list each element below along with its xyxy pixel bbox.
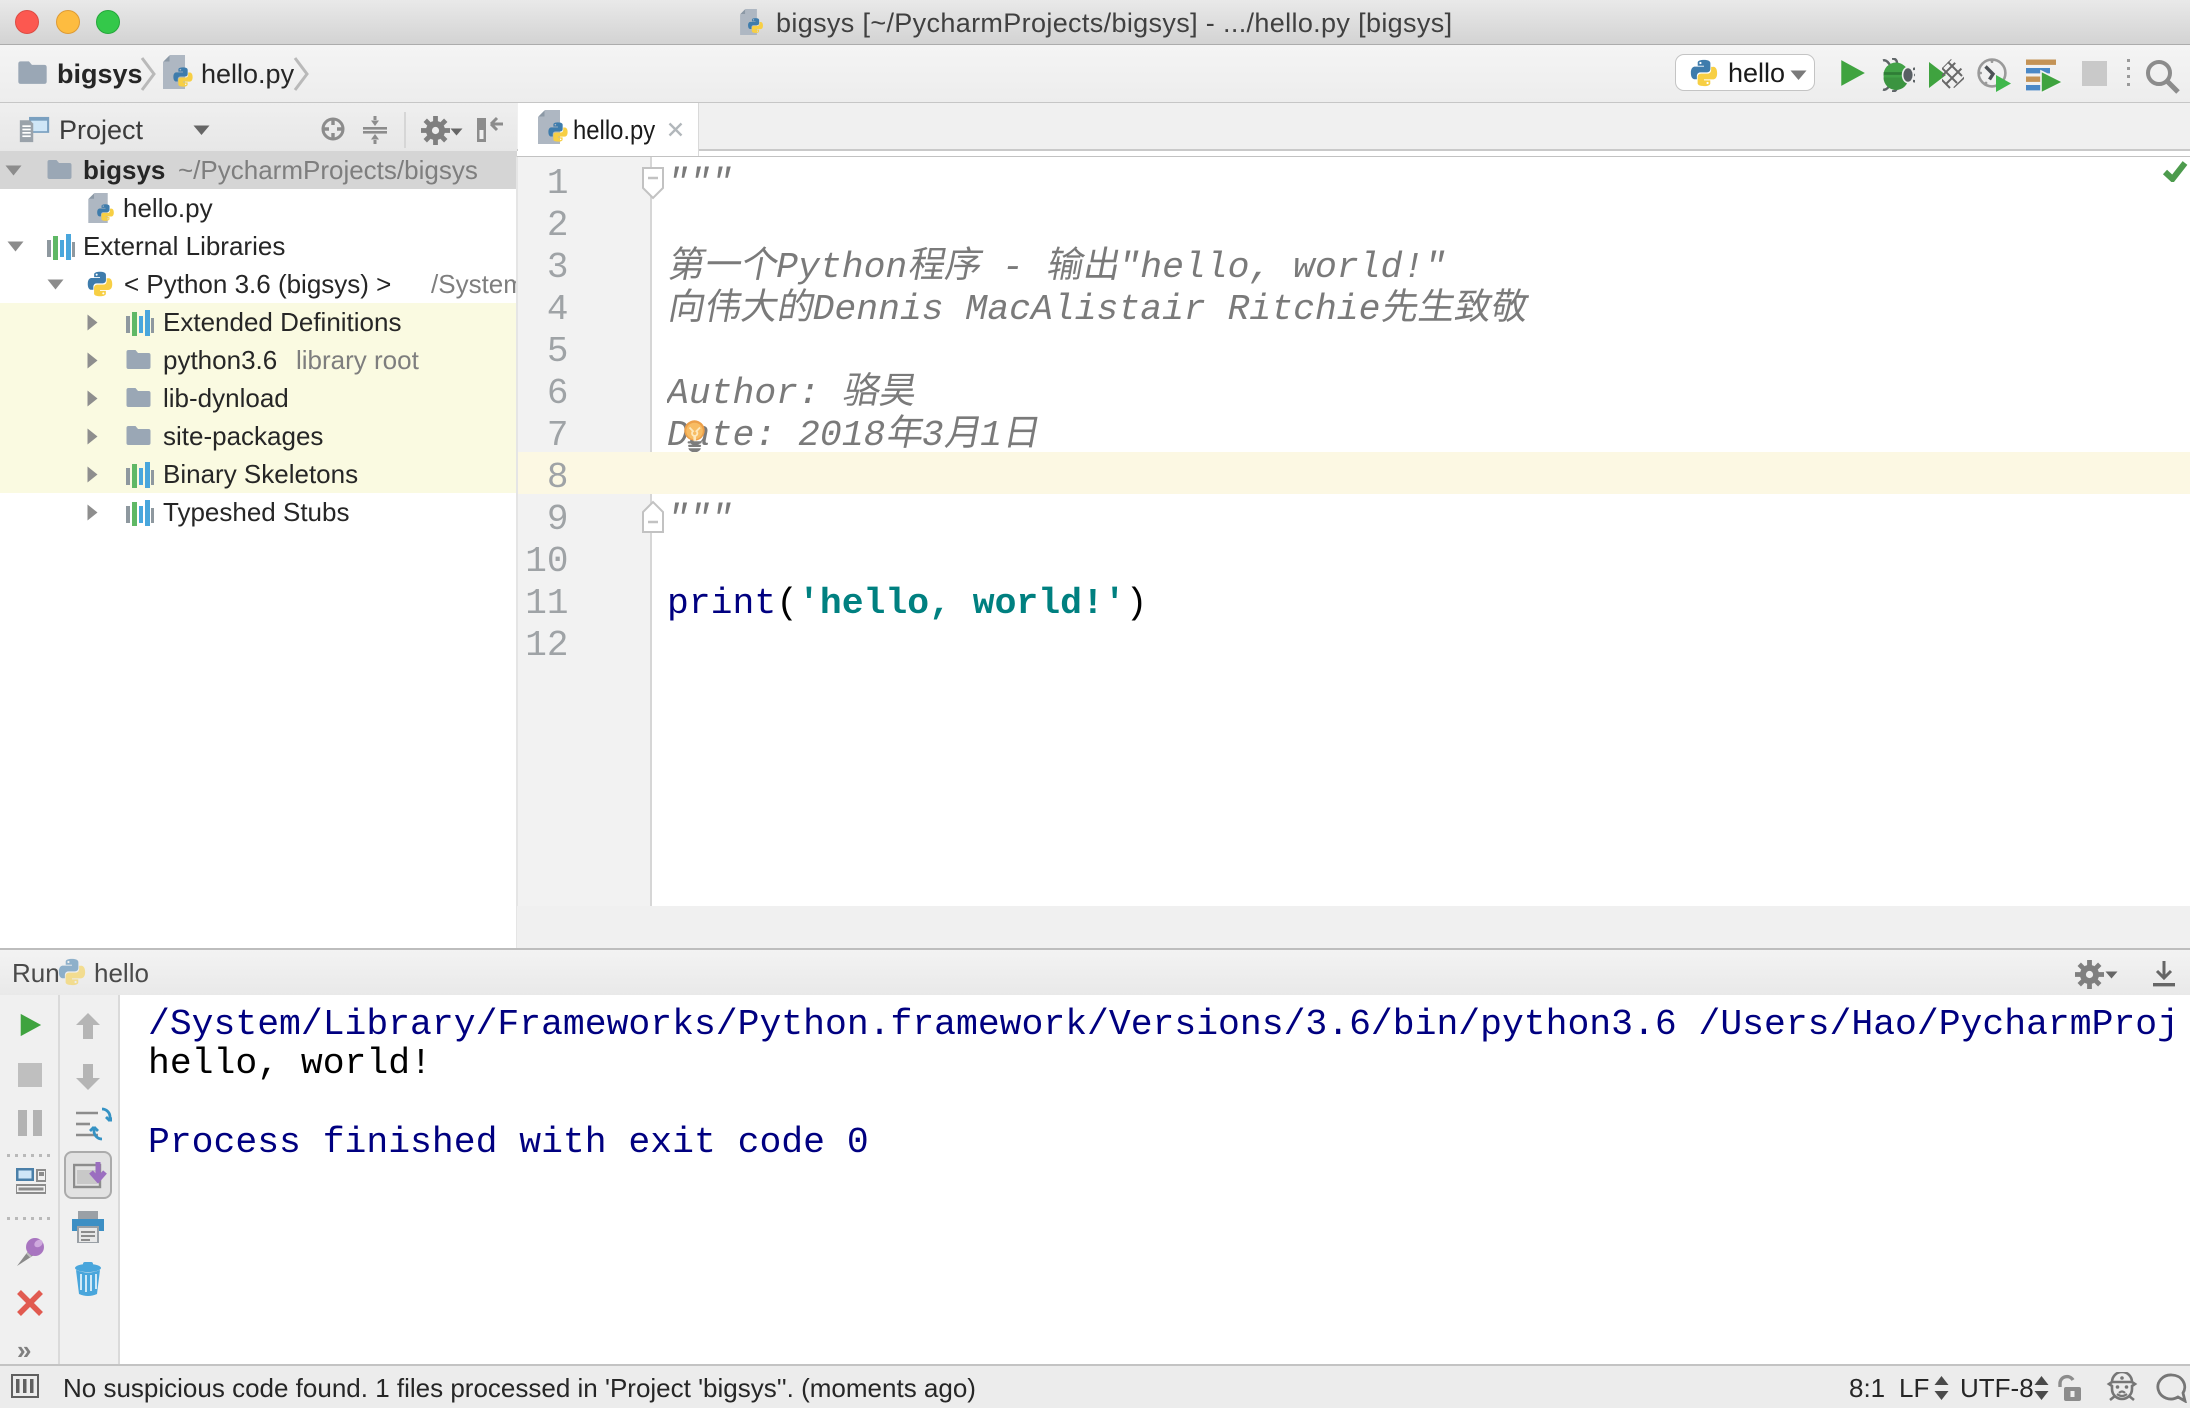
svg-text:Dennis MacAlistair Ritchie: Dennis MacAlistair Ritchie [813,289,1381,330]
svg-text:""": """ [667,163,733,204]
svg-text:3: 3 [922,415,944,456]
svg-text:""": """ [667,499,733,540]
svg-text:1: 1 [980,415,1002,456]
svg-text:-: - [980,247,1046,288]
svg-text:"hello, world!": "hello, world!" [1118,247,1446,288]
svg-text:Python: Python [776,247,907,288]
svg-text:Author:: Author: [667,373,842,414]
